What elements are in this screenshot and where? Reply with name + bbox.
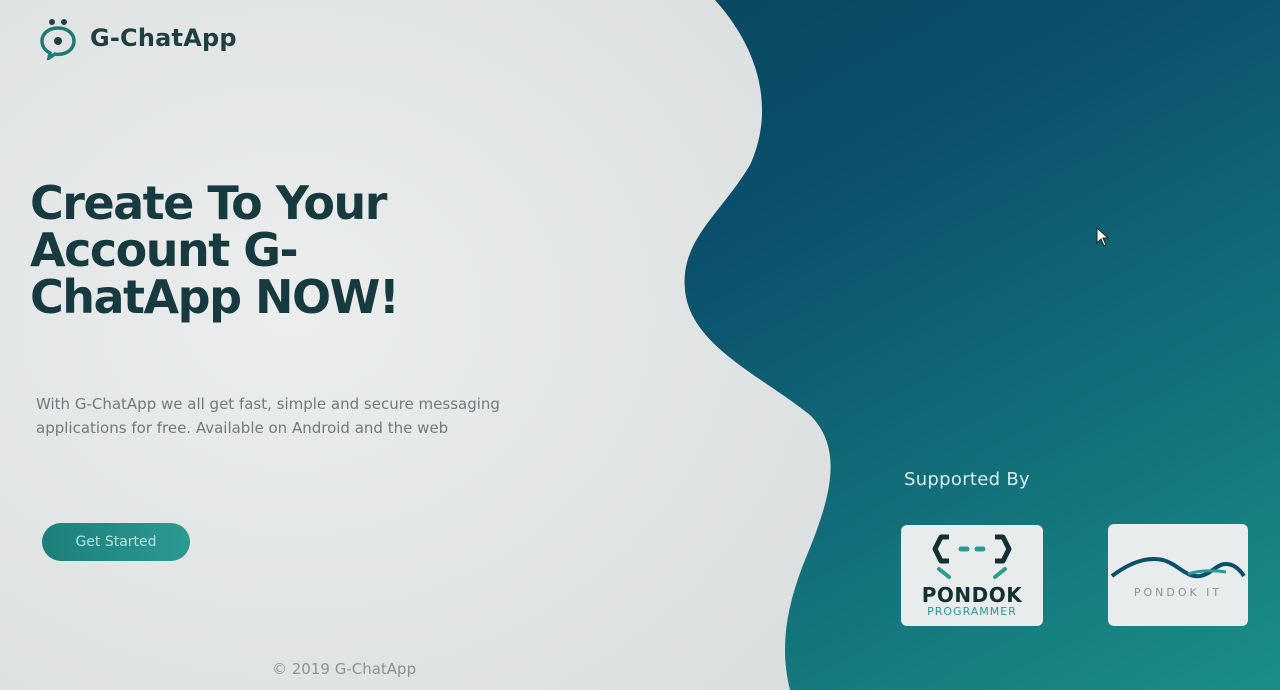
background-illustration <box>0 0 1280 690</box>
wave-icon <box>1110 557 1246 579</box>
mouse-cursor-icon <box>1096 227 1110 247</box>
brand-name: G-ChatApp <box>90 24 237 52</box>
sponsor-pondok-it[interactable]: PONDOK IT <box>1108 524 1248 626</box>
hero-section: Create To Your Account G-ChatApp NOW! <box>30 180 460 321</box>
brand-header[interactable]: G-ChatApp <box>38 16 237 60</box>
hero-description: With G-ChatApp we all get fast, simple a… <box>36 395 500 437</box>
chat-bubble-logo-icon <box>40 19 76 60</box>
sponsor-pondok-programmer[interactable]: PONDOK PROGRAMMER <box>901 525 1043 626</box>
footer-copyright: © 2019 G-ChatApp <box>272 660 417 678</box>
get-started-button[interactable]: Get Started <box>42 523 190 561</box>
sponsor-subtitle: PROGRAMMER <box>927 605 1017 618</box>
curly-braces-icon <box>932 534 1012 579</box>
sponsor-name: PONDOK IT <box>1133 586 1223 599</box>
hero-title: Create To Your Account G-ChatApp NOW! <box>30 176 400 324</box>
light-wave-panel <box>0 0 831 690</box>
supported-by-title: Supported By <box>904 469 1030 490</box>
sponsor-name: PONDOK <box>921 583 1023 607</box>
